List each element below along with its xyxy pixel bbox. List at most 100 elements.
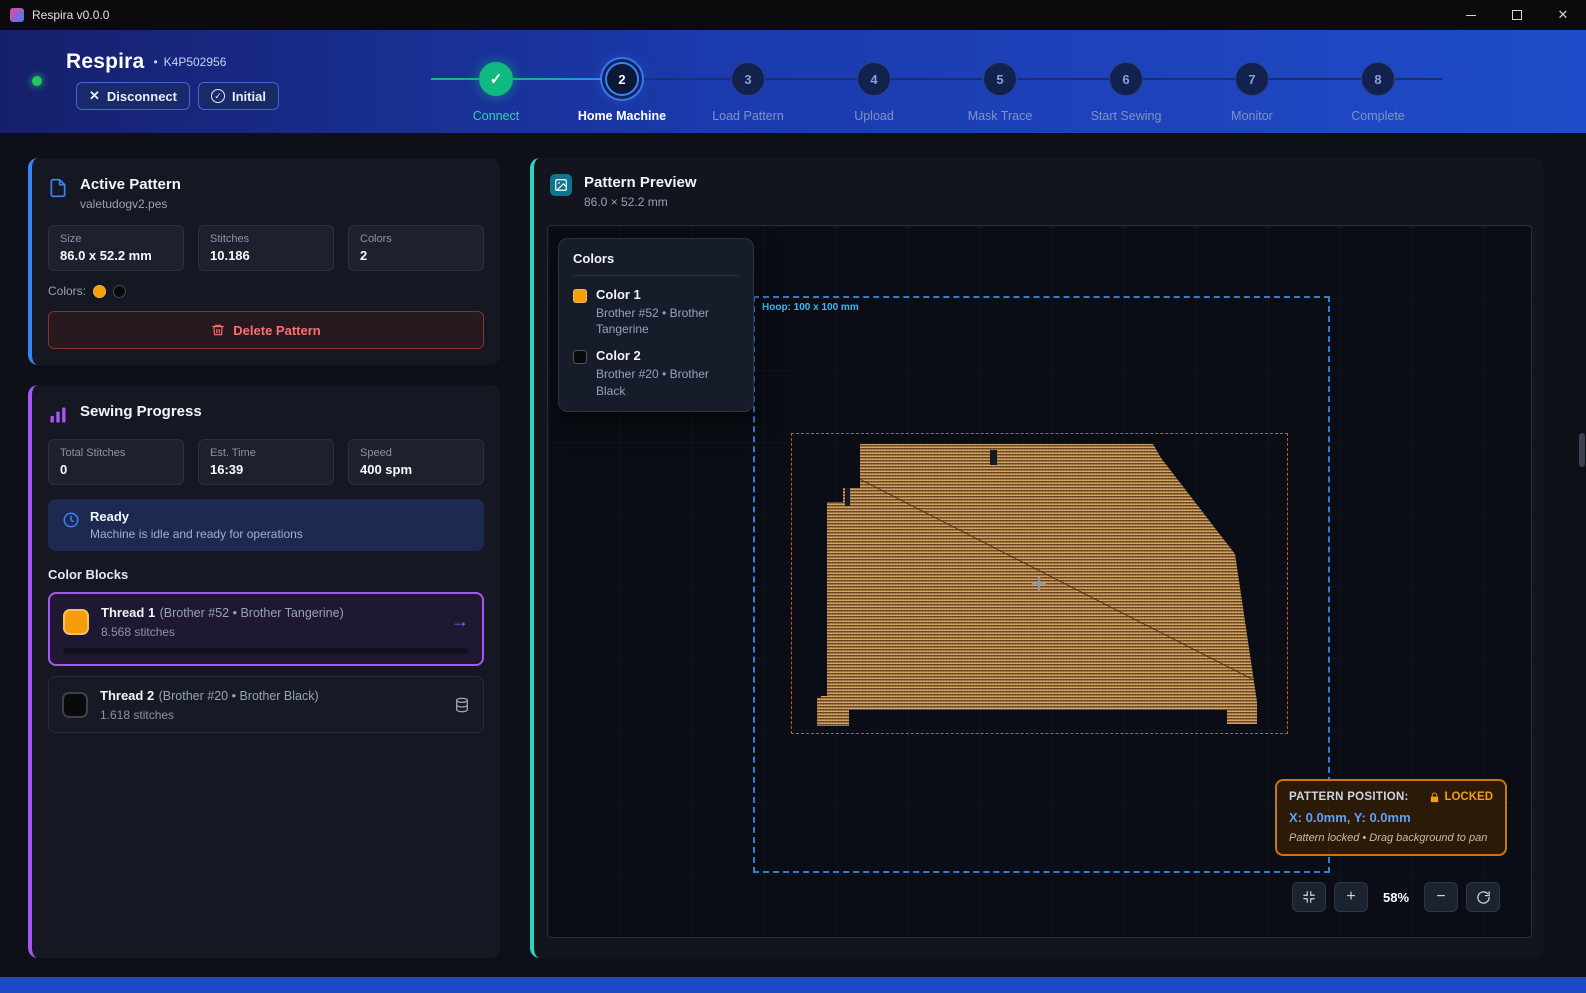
- stepper-connector: [639, 78, 731, 80]
- step-start-sewing[interactable]: 6 Start Sewing: [1109, 62, 1143, 96]
- stepper-connector: [1395, 78, 1443, 80]
- status-title: Ready: [90, 509, 303, 524]
- stepper-connector: [765, 78, 857, 80]
- preview-dimensions: 86.0 × 52.2 mm: [584, 195, 697, 209]
- zoom-level: 58%: [1376, 890, 1416, 905]
- scrollbar[interactable]: [1578, 133, 1586, 977]
- step-upload[interactable]: 4 Upload: [857, 62, 891, 96]
- maximize-button[interactable]: [1494, 0, 1540, 30]
- sewing-stats: Total Stitches 0 Est. Time 16:39 Speed 4…: [48, 439, 484, 485]
- app-icon: [10, 8, 24, 22]
- step-circle: 5: [983, 62, 1017, 96]
- locked-badge: LOCKED: [1429, 791, 1493, 803]
- connection-status-dot: [32, 76, 42, 86]
- step-circle: 7: [1235, 62, 1269, 96]
- titlebar-left: Respira v0.0.0: [0, 8, 109, 22]
- thread-block-2[interactable]: Thread 2 (Brother #20 • Brother Black) 1…: [48, 676, 484, 733]
- pattern-colors-row: Colors:: [48, 284, 484, 298]
- machine-status-banner: Ready Machine is idle and ready for oper…: [48, 499, 484, 551]
- refresh-icon: [1476, 890, 1491, 905]
- main-content: Active Pattern valetudogv2.pes Size 86.0…: [0, 133, 1586, 977]
- pattern-filename: valetudogv2.pes: [80, 197, 181, 211]
- close-button[interactable]: ✕: [1540, 0, 1586, 30]
- lock-icon: [1429, 792, 1440, 803]
- zoom-out-button[interactable]: −: [1424, 882, 1458, 912]
- stat-colors: Colors 2: [348, 225, 484, 271]
- image-icon: [550, 174, 572, 196]
- color-item-2[interactable]: Color 2 Brother #20 • Brother Black: [573, 348, 739, 398]
- stepper-connector: [1143, 78, 1235, 80]
- bullet-icon: •: [153, 55, 157, 69]
- maximize-icon: [1512, 10, 1522, 20]
- thread-block-1[interactable]: Thread 1 (Brother #52 • Brother Tangerin…: [48, 592, 484, 666]
- color-2-swatch: [573, 350, 587, 364]
- zoom-in-button[interactable]: +: [1334, 882, 1368, 912]
- step-connect[interactable]: ✓ Connect: [479, 62, 513, 96]
- step-circle: 3: [731, 62, 765, 96]
- reset-view-button[interactable]: [1466, 882, 1500, 912]
- step-complete[interactable]: 8 Complete: [1361, 62, 1395, 96]
- bottom-accent-strip: [0, 977, 1586, 993]
- stat-total-stitches: Total Stitches 0: [48, 439, 184, 485]
- step-load-pattern[interactable]: 3 Load Pattern: [731, 62, 765, 96]
- x-icon: ✕: [89, 88, 100, 104]
- step-monitor[interactable]: 7 Monitor: [1235, 62, 1269, 96]
- bar-chart-icon: [48, 405, 68, 425]
- active-pattern-card: Active Pattern valetudogv2.pes Size 86.0…: [28, 158, 500, 365]
- thread-1-progress-bar: [63, 648, 469, 654]
- plus-icon: +: [1346, 888, 1355, 906]
- left-column: Active Pattern valetudogv2.pes Size 86.0…: [28, 158, 500, 958]
- fit-view-button[interactable]: [1292, 882, 1326, 912]
- step-circle: 2: [605, 62, 639, 96]
- preview-header: Pattern Preview 86.0 × 52.2 mm: [550, 174, 1528, 209]
- pattern-preview-card: Pattern Preview 86.0 × 52.2 mm Colors Co…: [530, 158, 1544, 958]
- stat-speed: Speed 400 spm: [348, 439, 484, 485]
- check-icon: ✓: [490, 70, 503, 88]
- thread-2-swatch: [62, 692, 88, 718]
- stat-size: Size 86.0 x 52.2 mm: [48, 225, 184, 271]
- color-1-swatch: [573, 289, 587, 303]
- disconnect-button[interactable]: ✕ Disconnect: [76, 82, 190, 110]
- stepper-connector: [513, 78, 605, 80]
- minimize-button[interactable]: [1448, 0, 1494, 30]
- pattern-stats: Size 86.0 x 52.2 mm Stitches 10.186 Colo…: [48, 225, 484, 271]
- trash-icon: [211, 323, 225, 337]
- machine-serial: • K4P502956: [153, 55, 226, 69]
- position-title: PATTERN POSITION:: [1289, 791, 1409, 803]
- brand: Respira • K4P502956: [66, 50, 226, 74]
- initial-button[interactable]: ✓ Initial: [198, 82, 279, 110]
- stepper-connector: [891, 78, 983, 80]
- delete-pattern-button[interactable]: Delete Pattern: [48, 311, 484, 349]
- sewing-progress-header: Sewing Progress: [48, 403, 484, 425]
- workflow-stepper: ✓ Connect 2 Home Machine 3 Load Pattern …: [431, 62, 1443, 96]
- zoom-controls: + 58% −: [1292, 882, 1500, 912]
- colors-panel-title: Colors: [573, 251, 739, 276]
- window-controls: ✕: [1448, 0, 1586, 30]
- colors-panel: Colors Color 1 Brother #52 • Brother Tan…: [558, 238, 754, 412]
- stepper-connector: [1269, 78, 1361, 80]
- app-header: Respira • K4P502956 ✕ Disconnect ✓ Initi…: [0, 30, 1586, 133]
- status-text: Machine is idle and ready for operations: [90, 527, 303, 541]
- titlebar: Respira v0.0.0 ✕: [0, 0, 1586, 30]
- arrow-right-icon: →: [451, 611, 469, 632]
- color-item-1[interactable]: Color 1 Brother #52 • Brother Tangerine: [573, 287, 739, 337]
- stitch-gap: [845, 488, 850, 506]
- color-blocks-label: Color Blocks: [48, 567, 484, 582]
- active-pattern-header: Active Pattern valetudogv2.pes: [48, 176, 484, 211]
- thread-1-swatch: [63, 609, 89, 635]
- preview-canvas[interactable]: Colors Color 1 Brother #52 • Brother Tan…: [547, 225, 1532, 938]
- clock-icon: [62, 511, 80, 529]
- minus-icon: −: [1436, 888, 1445, 906]
- active-pattern-title: Active Pattern: [80, 176, 181, 193]
- stitch-gap: [990, 450, 997, 465]
- center-crosshair: [1032, 577, 1046, 591]
- step-home-machine[interactable]: 2 Home Machine: [605, 62, 639, 96]
- check-circle-icon: ✓: [211, 89, 225, 103]
- fit-icon: [1302, 890, 1316, 904]
- close-icon: ✕: [1558, 7, 1569, 23]
- header-actions: ✕ Disconnect ✓ Initial: [76, 82, 279, 110]
- step-mask-trace[interactable]: 5 Mask Trace: [983, 62, 1017, 96]
- scrollbar-thumb[interactable]: [1579, 433, 1585, 467]
- app-name: Respira: [66, 50, 144, 74]
- color-swatch-1: [93, 285, 106, 298]
